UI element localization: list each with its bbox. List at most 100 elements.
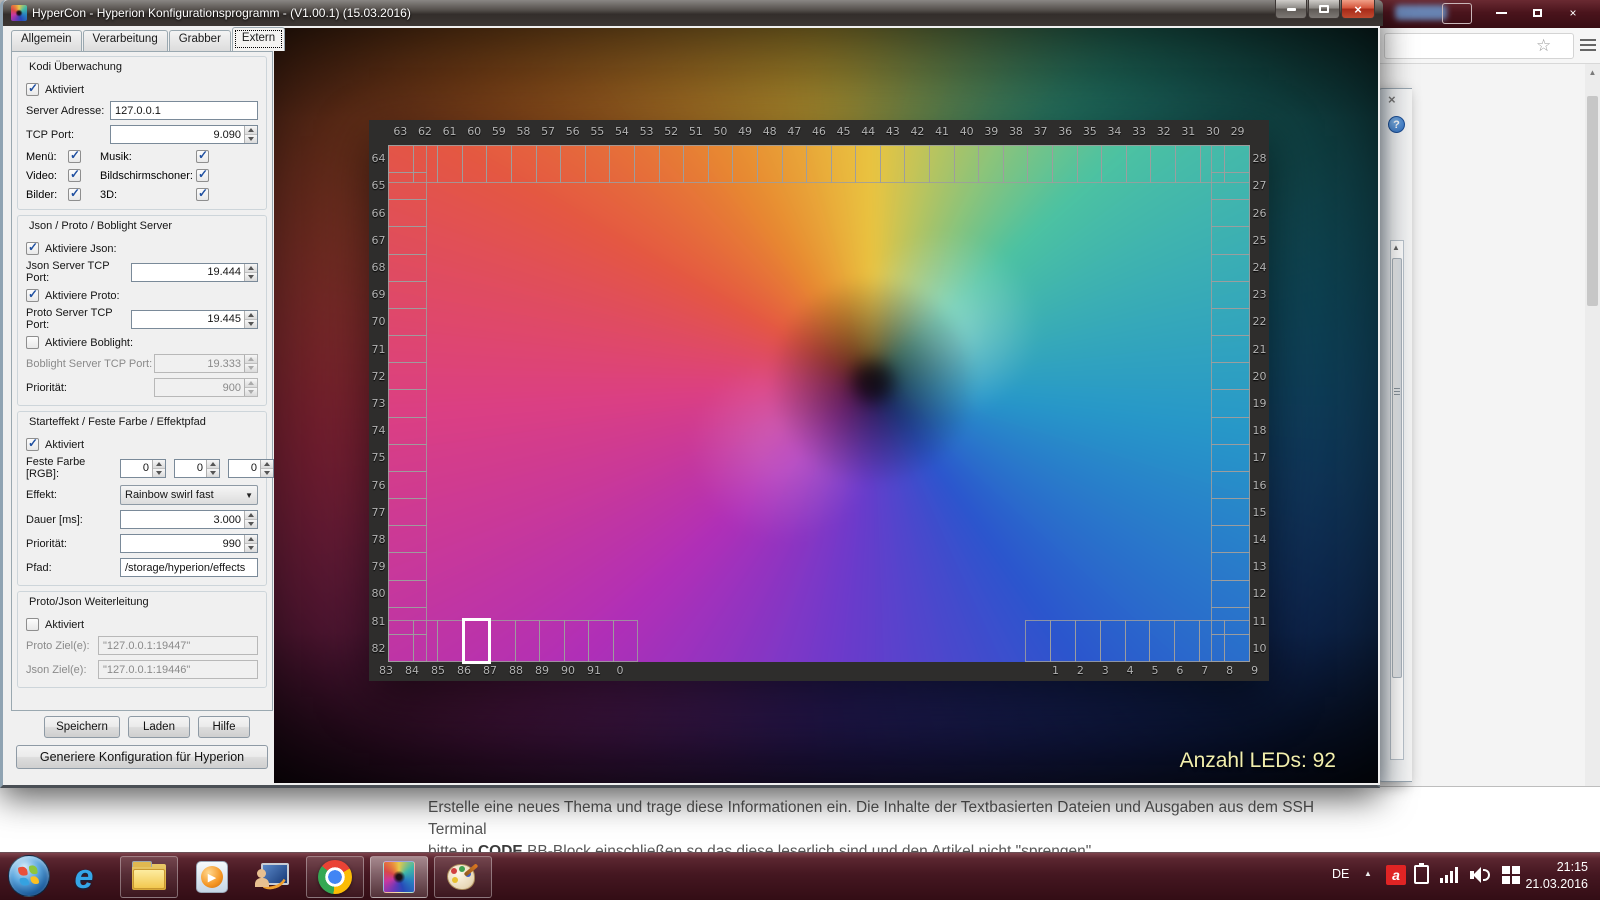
- led-cell-50[interactable]: [708, 145, 734, 183]
- starteffekt-prioritaet-input[interactable]: 990: [120, 534, 258, 553]
- json-ziel-input[interactable]: "127.0.0.1:19446": [98, 660, 258, 679]
- aktiviere-json-checkbox[interactable]: [26, 242, 39, 255]
- led-cell-72[interactable]: [388, 362, 427, 390]
- led-cell-58[interactable]: [511, 145, 537, 183]
- led-cell-64[interactable]: [388, 145, 427, 173]
- prioritaet-input[interactable]: 900: [154, 378, 258, 397]
- bilder-checkbox[interactable]: [68, 188, 81, 201]
- led-cell-12[interactable]: [1211, 580, 1250, 608]
- led-cell-16[interactable]: [1211, 471, 1250, 499]
- led-cell-83[interactable]: [388, 620, 414, 662]
- bildschirmschoner-checkbox[interactable]: [196, 169, 209, 182]
- network-signal-icon[interactable]: [1440, 867, 1460, 883]
- taskbar-remote-access[interactable]: [246, 856, 298, 898]
- led-cell-66[interactable]: [388, 199, 427, 227]
- starteffekt-aktiviert-checkbox[interactable]: [26, 438, 39, 451]
- led-cell-39[interactable]: [978, 145, 1004, 183]
- led-cell-52[interactable]: [659, 145, 685, 183]
- led-cell-23[interactable]: [1211, 281, 1250, 309]
- window-maximize-button[interactable]: [1308, 0, 1340, 19]
- led-cell-47[interactable]: [782, 145, 808, 183]
- speichern-button[interactable]: Speichern: [44, 716, 120, 738]
- avira-icon[interactable]: a: [1386, 865, 1406, 885]
- led-cell-27[interactable]: [1211, 172, 1250, 200]
- led-cell-70[interactable]: [388, 308, 427, 336]
- led-cell-79[interactable]: [388, 552, 427, 580]
- menu-checkbox[interactable]: [68, 150, 81, 163]
- speaker-icon[interactable]: [1470, 867, 1492, 883]
- rgb-b-input[interactable]: 0: [228, 459, 274, 478]
- clipboard-icon[interactable]: [1414, 865, 1429, 884]
- led-cell-54[interactable]: [609, 145, 635, 183]
- windows-update-flag-icon[interactable]: [1502, 866, 1520, 884]
- proto-ziel-input[interactable]: "127.0.0.1:19447": [98, 636, 258, 655]
- led-cell-69[interactable]: [388, 281, 427, 309]
- browser-close-button[interactable]: ×: [1556, 3, 1590, 23]
- pfad-input[interactable]: /storage/hyperion/effects: [120, 558, 258, 577]
- browser-scrollbar-thumb[interactable]: [1587, 96, 1598, 306]
- led-cell-41[interactable]: [929, 145, 955, 183]
- led-cell-91[interactable]: [588, 620, 614, 662]
- led-cell-57[interactable]: [536, 145, 562, 183]
- boblight-port-input[interactable]: 19.333: [154, 354, 258, 373]
- proto-port-input[interactable]: 19.445: [131, 310, 258, 329]
- led-cell-49[interactable]: [732, 145, 758, 183]
- led-cell-60[interactable]: [462, 145, 488, 183]
- led-cell-26[interactable]: [1211, 199, 1250, 227]
- window-minimize-button[interactable]: [1275, 0, 1307, 19]
- tab-allgemein[interactable]: Allgemein: [11, 30, 82, 51]
- taskbar-chrome[interactable]: [306, 856, 364, 898]
- led-cell-76[interactable]: [388, 471, 427, 499]
- led-cell-61[interactable]: [437, 145, 463, 183]
- bookmark-star-icon[interactable]: ☆: [1536, 36, 1551, 56]
- led-cell-87[interactable]: [490, 620, 516, 662]
- browser-minimize-button[interactable]: [1484, 3, 1518, 23]
- led-cell-51[interactable]: [683, 145, 709, 183]
- led-cell-18[interactable]: [1211, 417, 1250, 445]
- led-cell-59[interactable]: [486, 145, 512, 183]
- tab-verarbeitung[interactable]: Verarbeitung: [83, 30, 168, 51]
- help-icon[interactable]: ?: [1388, 116, 1405, 133]
- language-indicator[interactable]: DE: [1332, 867, 1349, 881]
- effekt-dropdown[interactable]: Rainbow swirl fast▼: [120, 485, 258, 505]
- led-cell-86[interactable]: [462, 618, 492, 664]
- server-adresse-input[interactable]: 127.0.0.1: [110, 101, 258, 120]
- led-cell-55[interactable]: [585, 145, 611, 183]
- titlebar[interactable]: HyperCon - Hyperion Konfigurationsprogra…: [3, 0, 1383, 26]
- led-cell-90[interactable]: [564, 620, 590, 662]
- led-cell-21[interactable]: [1211, 335, 1250, 363]
- sliver-scrollbar-thumb[interactable]: [1392, 258, 1402, 678]
- led-cell-35[interactable]: [1077, 145, 1103, 183]
- led-cell-37[interactable]: [1027, 145, 1053, 183]
- tab-extern[interactable]: Extern: [232, 27, 285, 51]
- led-cell-14[interactable]: [1211, 525, 1250, 553]
- taskbar-hypercon-active[interactable]: [370, 856, 428, 898]
- led-cell-7[interactable]: [1174, 620, 1200, 662]
- led-cell-53[interactable]: [634, 145, 660, 183]
- led-cell-25[interactable]: [1211, 226, 1250, 254]
- led-cell-33[interactable]: [1126, 145, 1152, 183]
- dauer-input[interactable]: 3.000: [120, 510, 258, 529]
- led-cell-80[interactable]: [388, 580, 427, 608]
- weiterleitung-aktiviert-checkbox[interactable]: [26, 618, 39, 631]
- led-cell-84[interactable]: [413, 620, 439, 662]
- led-cell-65[interactable]: [388, 172, 427, 200]
- led-cell-89[interactable]: [539, 620, 565, 662]
- window-close-button[interactable]: ×: [1341, 0, 1375, 19]
- led-cell-75[interactable]: [388, 444, 427, 472]
- clock[interactable]: 21:1521.03.2016: [1525, 859, 1588, 893]
- led-cell-46[interactable]: [806, 145, 832, 183]
- led-cell-44[interactable]: [855, 145, 881, 183]
- rgb-r-input[interactable]: 0: [120, 459, 166, 478]
- led-cell-15[interactable]: [1211, 498, 1250, 526]
- taskbar-media-player[interactable]: ▶: [186, 856, 238, 898]
- led-cell-71[interactable]: [388, 335, 427, 363]
- tcp-port-input[interactable]: 9.090: [110, 125, 258, 144]
- led-cell-45[interactable]: [831, 145, 857, 183]
- led-cell-88[interactable]: [515, 620, 541, 662]
- browser-restore-button[interactable]: [1520, 3, 1554, 23]
- led-cell-3[interactable]: [1075, 620, 1101, 662]
- led-cell-31[interactable]: [1175, 145, 1201, 183]
- led-cell-5[interactable]: [1125, 620, 1151, 662]
- led-cell-43[interactable]: [880, 145, 906, 183]
